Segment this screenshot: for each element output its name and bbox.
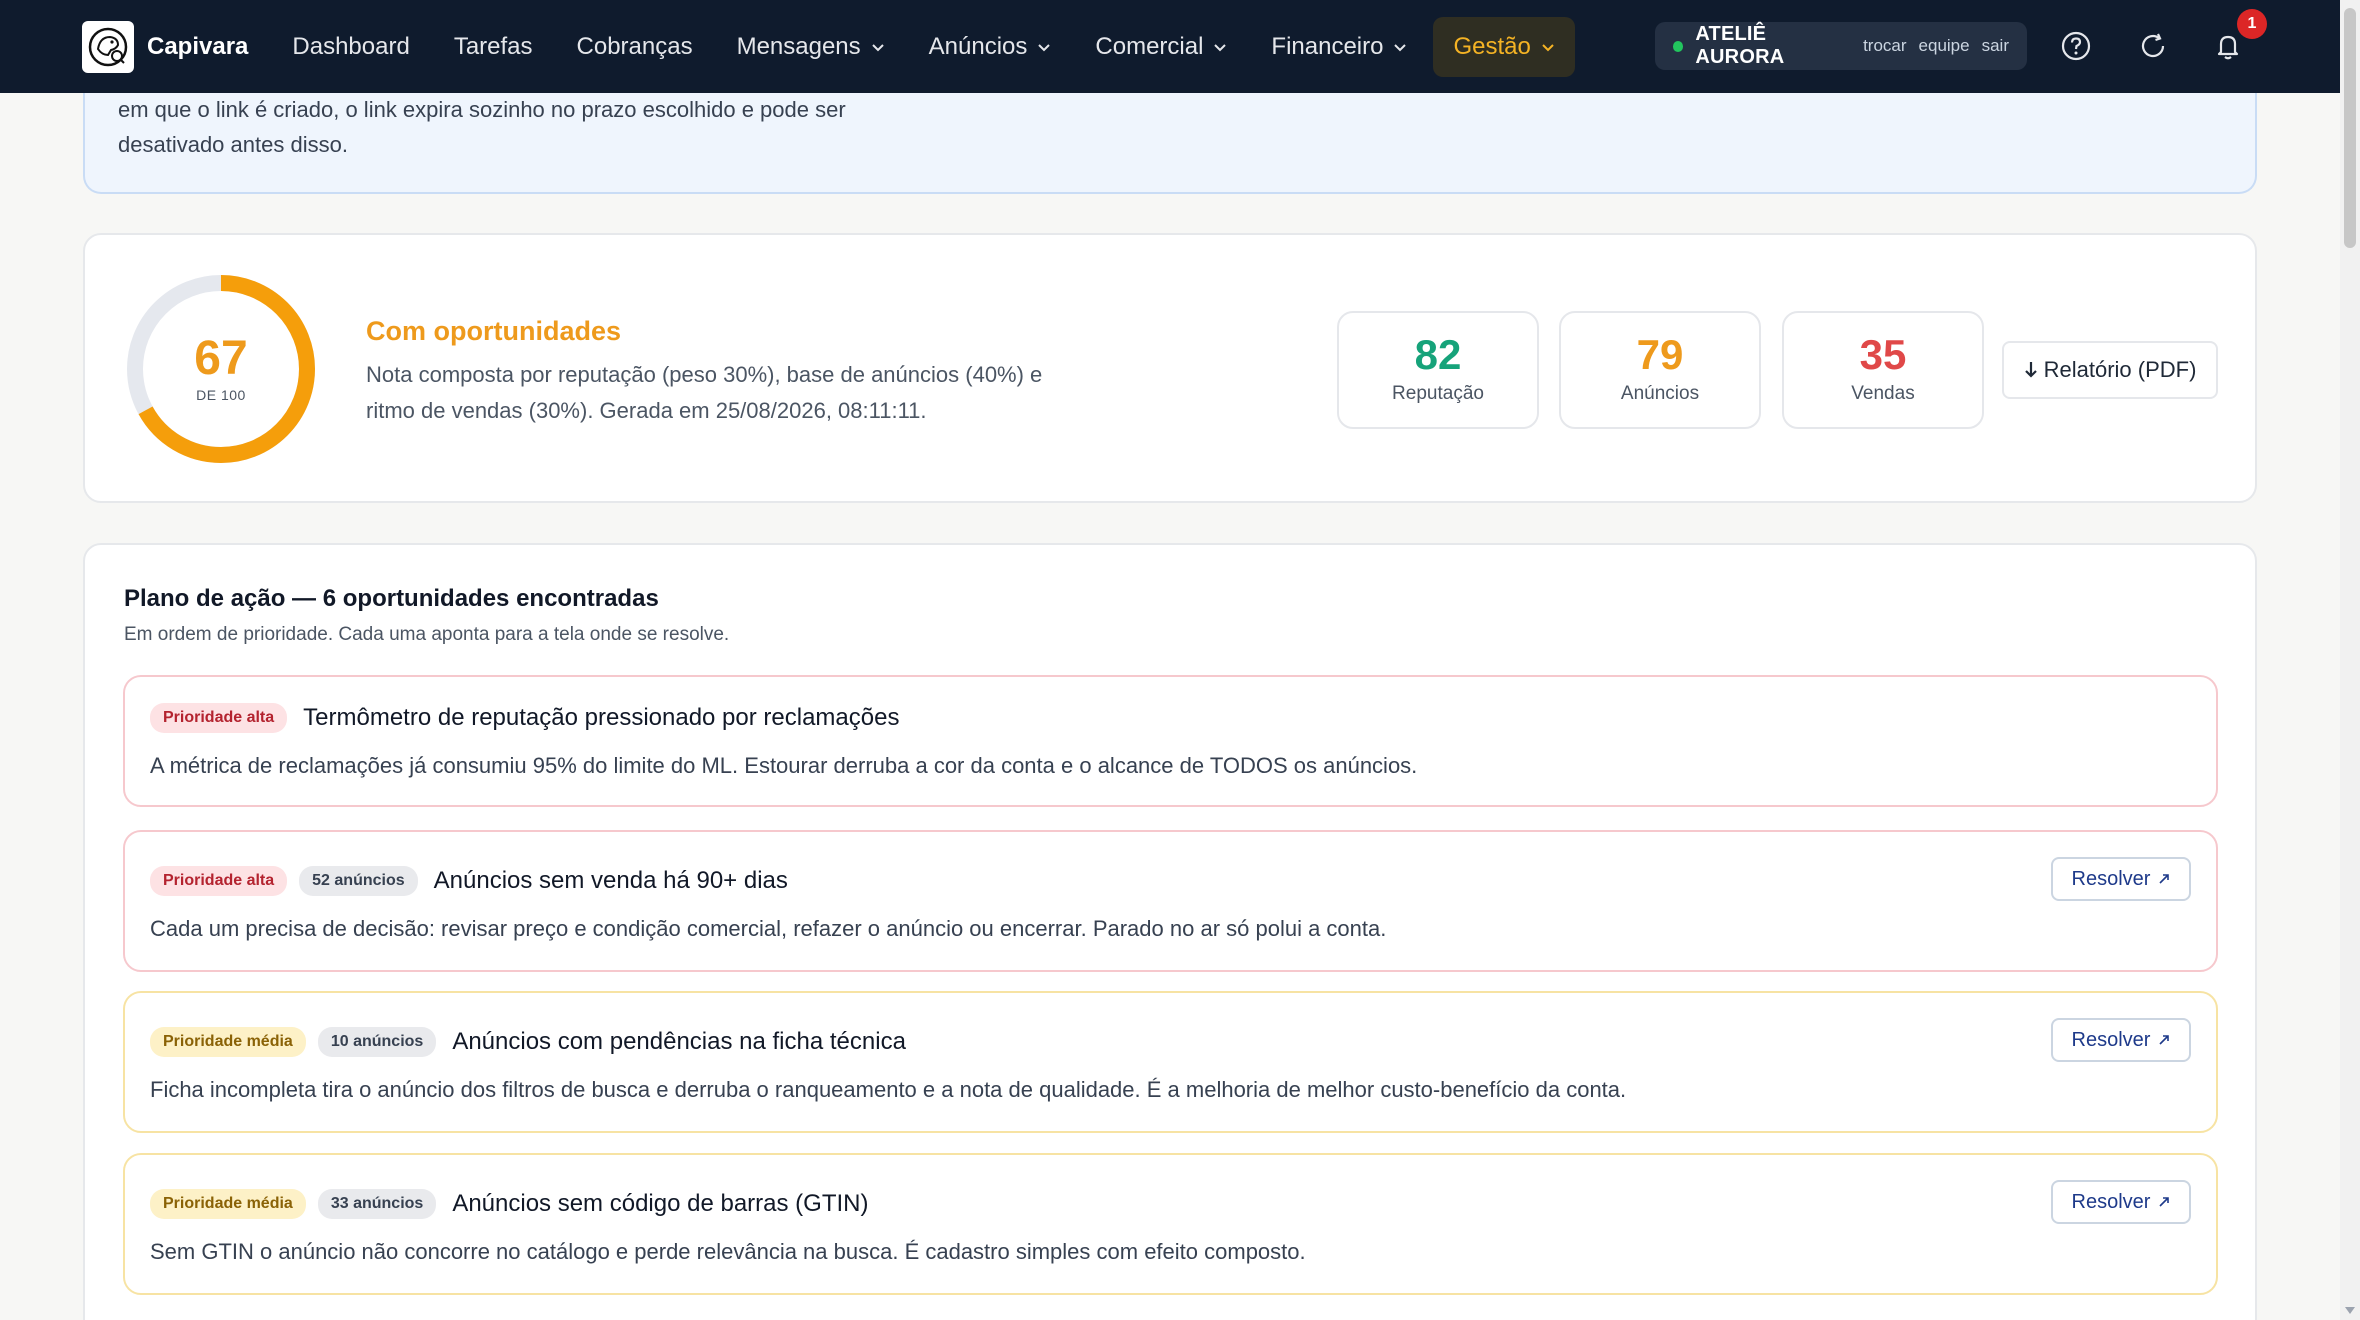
score-status: Com oportunidades: [366, 316, 621, 346]
scroll-down-arrow-icon[interactable]: [2345, 1307, 2355, 1314]
action-item-title: Anúncios sem venda há 90+ dias: [433, 867, 788, 894]
info-text: em que o link é criado, o link expira so…: [118, 97, 846, 157]
nav-label: Mensagens: [736, 32, 861, 60]
score-max-label: DE 100: [196, 387, 246, 403]
priority-badge: Prioridade alta: [150, 866, 288, 896]
plan-title: Plano de ação — 6 oportunidades encontra…: [124, 585, 659, 612]
action-item-title: Termômetro de reputação pressionado por …: [303, 704, 900, 731]
notification-badge: 1: [2237, 9, 2267, 39]
page-scrollbar[interactable]: [2340, 0, 2360, 1320]
action-item: Prioridade média 10 anúncios Anúncios co…: [123, 991, 2218, 1133]
nav-anuncios[interactable]: Anúncios: [907, 17, 1074, 77]
action-plan-card: Plano de ação — 6 oportunidades encontra…: [83, 543, 2257, 1320]
action-item-title: Anúncios com pendências na ficha técnica: [452, 1028, 906, 1055]
download-pdf-button[interactable]: Relatório (PDF): [2002, 341, 2218, 399]
metric-value: 35: [1859, 331, 1907, 378]
chevron-down-icon: [1038, 43, 1051, 51]
logout-link[interactable]: sair: [1982, 36, 2009, 56]
priority-badge: Prioridade média: [150, 1027, 306, 1057]
pdf-button-label: Relatório (PDF): [2043, 357, 2197, 382]
count-badge: 33 anúncios: [317, 1189, 437, 1219]
action-item-description: A métrica de reclamações já consumiu 95%…: [150, 753, 1418, 778]
top-navbar: Capivara Dashboard Tarefas Cobranças Men…: [0, 0, 2340, 93]
refresh-icon[interactable]: [2137, 30, 2169, 62]
resolve-button[interactable]: Resolver: [2051, 1180, 2191, 1224]
capybara-logo-icon[interactable]: [82, 20, 134, 73]
nav-financeiro[interactable]: Financeiro: [1249, 17, 1429, 77]
score-value: 67: [194, 332, 248, 385]
action-item-title: Anúncios sem código de barras (GTIN): [452, 1190, 869, 1217]
chevron-down-icon: [1214, 43, 1227, 51]
plan-subtitle: Em ordem de prioridade. Cada uma aponta …: [124, 624, 730, 645]
nav-dashboard[interactable]: Dashboard: [270, 17, 431, 77]
brand-name[interactable]: Capivara: [147, 33, 248, 61]
bell-icon[interactable]: [2212, 30, 2244, 62]
count-badge: 52 anúncios: [299, 866, 418, 896]
scrollbar-thumb[interactable]: [2344, 8, 2356, 248]
count-badge: 10 anúncios: [317, 1027, 437, 1057]
nav-gestao[interactable]: Gestão: [1433, 16, 1575, 77]
nav-comercial[interactable]: Comercial: [1073, 17, 1249, 77]
metric-label: Reputação: [1392, 383, 1484, 404]
chevron-down-icon: [1394, 43, 1407, 51]
nav-label: Dashboard: [292, 32, 410, 60]
metric-label: Vendas: [1851, 383, 1915, 404]
switch-account-link[interactable]: trocar: [1863, 36, 1906, 56]
nav-tarefas[interactable]: Tarefas: [432, 17, 555, 77]
help-icon[interactable]: [2060, 30, 2092, 62]
nav-label: Financeiro: [1271, 32, 1384, 60]
health-score-card: 67 DE 100 Com oportunidades Nota compost…: [83, 233, 2257, 503]
resolve-label: Resolver: [2071, 1028, 2151, 1051]
metric-anuncios: 79 Anúncios: [1559, 311, 1761, 429]
action-item-description: Cada um precisa de decisão: revisar preç…: [150, 916, 1387, 941]
nav-cobrancas[interactable]: Cobranças: [555, 17, 715, 77]
account-switcher: ATELIÊ AURORA trocar equipe sair: [1655, 22, 2027, 70]
status-dot: [1673, 40, 1684, 52]
resolve-label: Resolver: [2071, 867, 2151, 890]
metric-label: Anúncios: [1620, 383, 1700, 404]
nav-mensagens[interactable]: Mensagens: [715, 17, 907, 77]
resolve-button[interactable]: Resolver: [2051, 1018, 2191, 1062]
external-link-icon: [2159, 1035, 2170, 1045]
metric-reputacao: 82 Reputação: [1337, 311, 1539, 429]
nav-label: Gestão: [1453, 32, 1531, 60]
download-arrow-icon: [2024, 362, 2037, 378]
nav-label: Anúncios: [928, 32, 1028, 60]
priority-badge: Prioridade alta: [150, 703, 288, 733]
action-item: Prioridade alta Termômetro de reputação …: [123, 675, 2218, 807]
priority-badge: Prioridade média: [150, 1189, 306, 1219]
nav-label: Comercial: [1095, 32, 1204, 60]
chevron-down-icon: [1542, 43, 1554, 51]
action-item: Prioridade média 33 anúncios Anúncios se…: [123, 1153, 2218, 1295]
metric-vendas: 35 Vendas: [1782, 311, 1984, 429]
team-link[interactable]: equipe: [1919, 36, 1970, 56]
chevron-down-icon: [871, 43, 884, 51]
action-item-description: Ficha incompleta tira o anúncio dos filt…: [150, 1077, 1627, 1102]
resolve-button[interactable]: Resolver: [2051, 857, 2191, 901]
score-description: Nota composta por reputação (peso 30%), …: [366, 362, 1043, 423]
action-item-description: Sem GTIN o anúncio não concorre no catál…: [150, 1239, 1306, 1264]
nav-label: Tarefas: [453, 32, 533, 60]
action-item: Prioridade alta 52 anúncios Anúncios sem…: [123, 830, 2218, 972]
nav-label: Cobranças: [576, 32, 693, 60]
external-link-icon: [2159, 874, 2170, 884]
metric-value: 79: [1636, 331, 1684, 378]
metric-value: 82: [1414, 331, 1462, 378]
resolve-label: Resolver: [2071, 1190, 2151, 1213]
external-link-icon: [2159, 1197, 2170, 1207]
account-name: ATELIÊ AURORA: [1695, 23, 1785, 68]
